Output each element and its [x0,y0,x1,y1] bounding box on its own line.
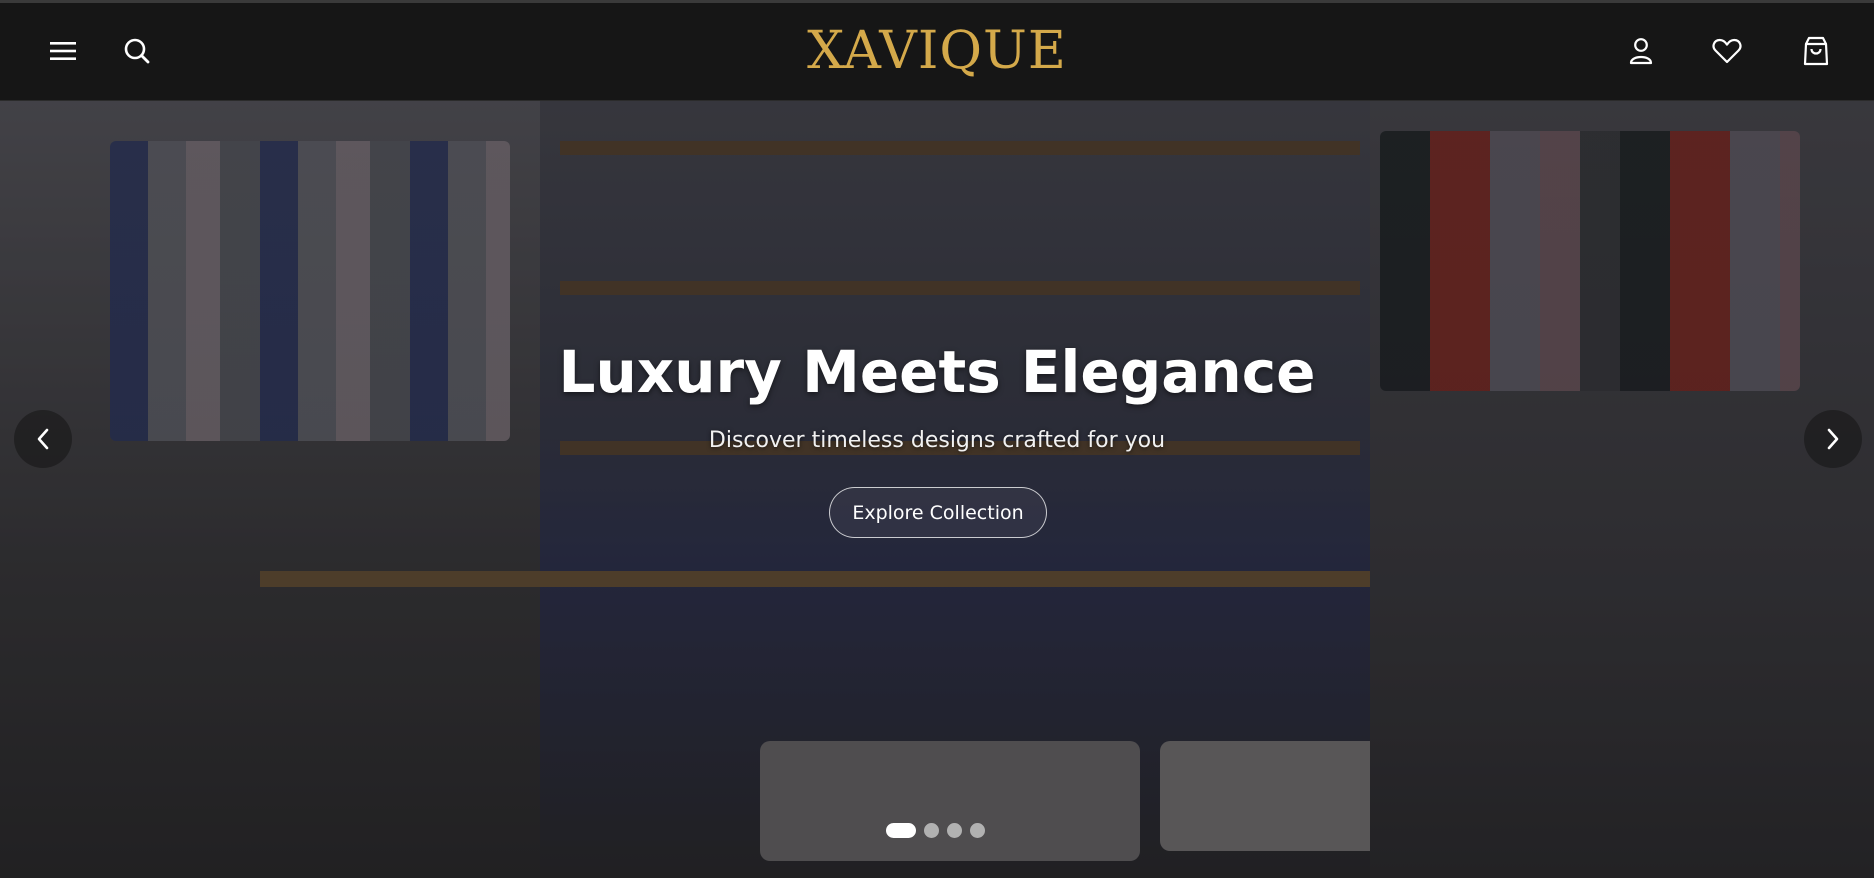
carousel-prev-button[interactable] [14,410,72,468]
brand-logo[interactable]: XAVIQUE [0,21,1874,81]
hero-subheadline: Discover timeless designs crafted for yo… [708,428,1166,453]
carousel-dot-1[interactable] [886,822,916,838]
hero-carousel: Luxury Meets Elegance Discover timeless … [0,101,1874,878]
chevron-right-icon [1827,428,1839,450]
explore-collection-button[interactable]: Explore Collection [829,487,1047,538]
site-header: XAVIQUE [0,0,1874,101]
carousel-dot-4[interactable] [970,822,985,838]
carousel-next-button[interactable] [1804,410,1862,468]
shopping-bag-icon[interactable] [1794,29,1838,73]
user-icon[interactable] [1619,29,1663,73]
heart-icon[interactable] [1705,29,1749,73]
carousel-dot-2[interactable] [924,822,939,838]
carousel-pagination [886,822,985,838]
hero-headline: Luxury Meets Elegance [558,338,1316,406]
chevron-left-icon [37,428,49,450]
carousel-dot-3[interactable] [947,822,962,838]
